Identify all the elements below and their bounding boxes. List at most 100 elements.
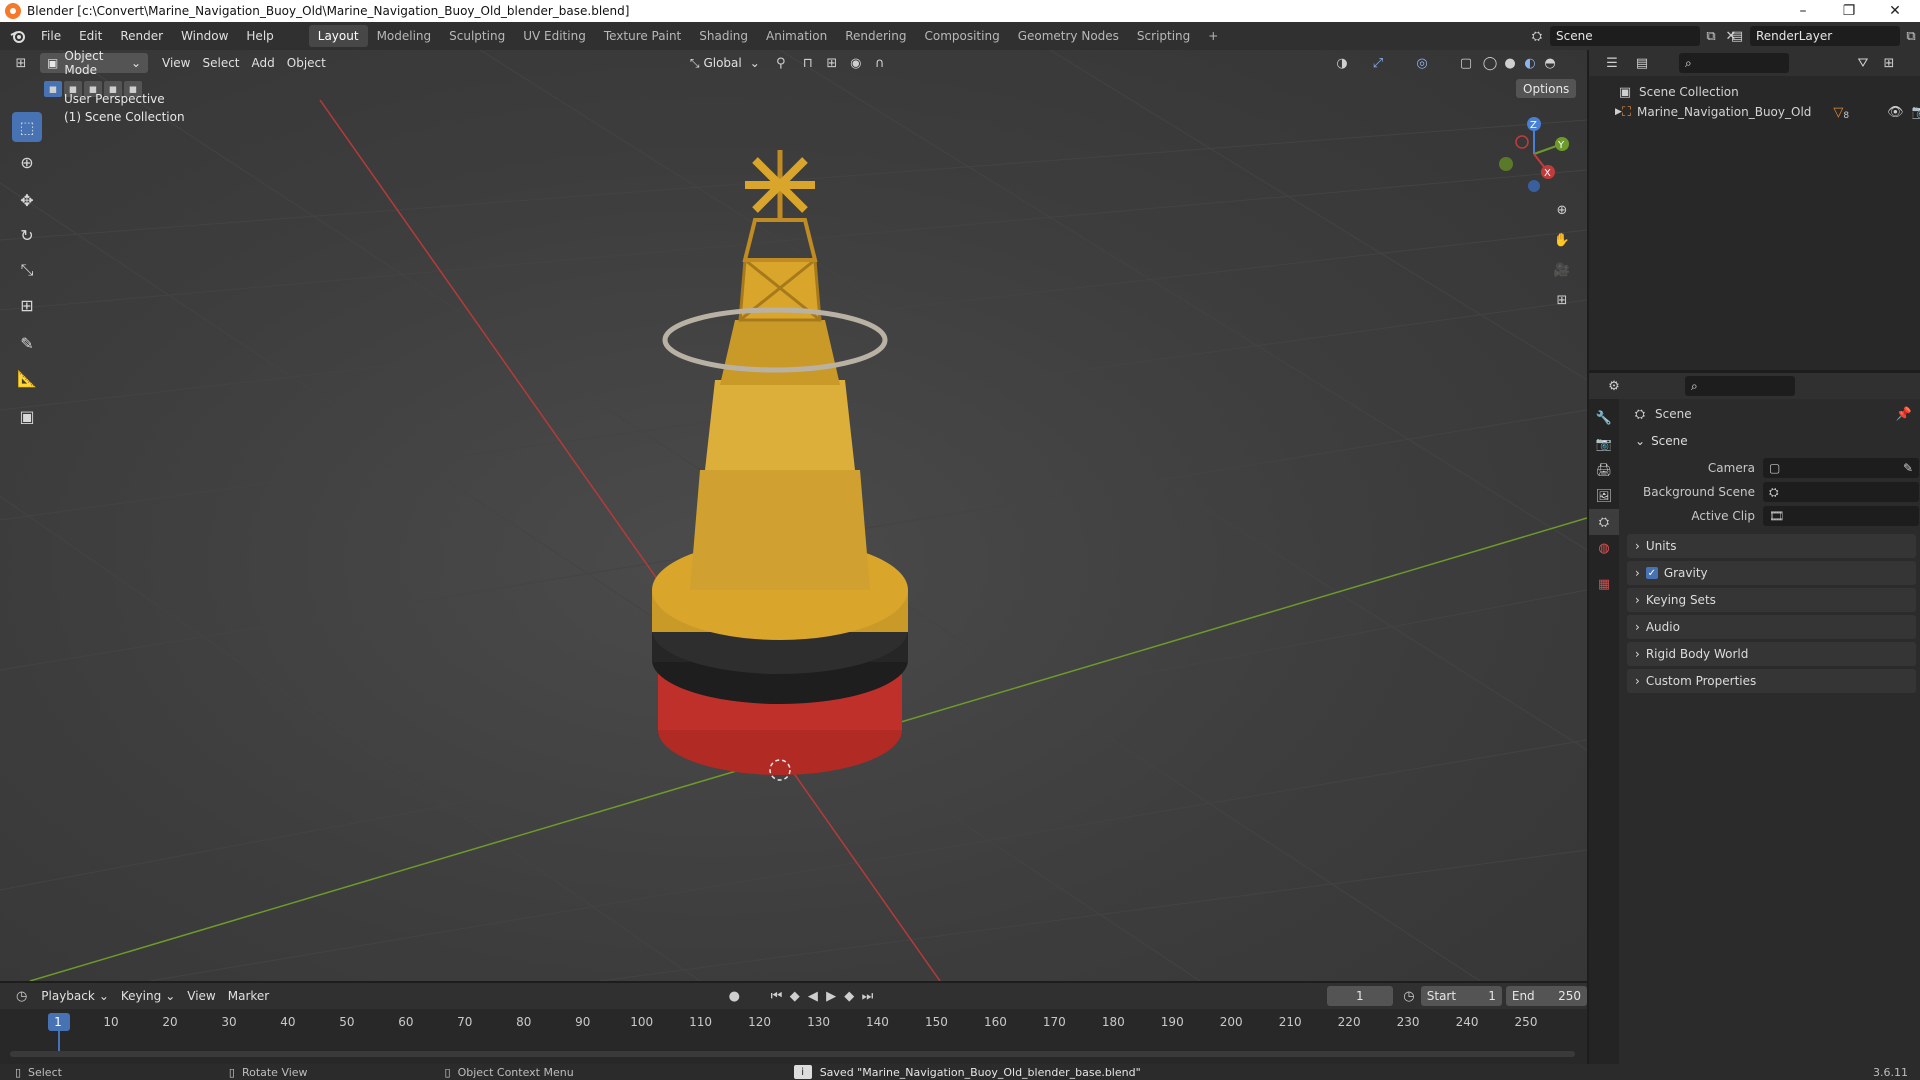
outliner-editor-icon[interactable]: ☰: [1597, 56, 1627, 71]
xray-icon[interactable]: ▢: [1455, 56, 1477, 71]
menu-view[interactable]: View: [156, 53, 196, 73]
end-frame-field[interactable]: End 250: [1505, 986, 1587, 1006]
measure-tool-icon[interactable]: 📐: [12, 363, 42, 393]
display-mode-icon[interactable]: ▤: [1627, 56, 1657, 71]
scene-selector[interactable]: Scene: [1550, 26, 1700, 46]
rendered-shading-icon[interactable]: ◓: [1539, 56, 1561, 71]
play-icon[interactable]: ▶: [822, 989, 840, 1004]
transform-orientation[interactable]: ⤡ Global ⌄: [684, 53, 766, 73]
perspective-toggle-icon[interactable]: ⊞: [1548, 286, 1576, 314]
menu-timeline-view[interactable]: View: [181, 986, 221, 1006]
select-box-tool-icon[interactable]: ⬚: [12, 112, 42, 142]
zoom-icon[interactable]: ⊕: [1548, 196, 1576, 224]
add-cube-tool-icon[interactable]: ▣: [12, 401, 42, 431]
maximize-button[interactable]: ❐: [1826, 0, 1872, 22]
menu-file[interactable]: File: [32, 25, 70, 47]
new-scene-icon[interactable]: ⧉: [1700, 29, 1722, 44]
panel-scene[interactable]: ⌄ Scene: [1627, 429, 1916, 453]
pan-hand-icon[interactable]: ✋: [1548, 226, 1576, 254]
world-tab-icon[interactable]: ◍: [1589, 535, 1619, 561]
panel-custom-properties[interactable]: › Custom Properties: [1627, 669, 1916, 693]
tab-texture-paint[interactable]: Texture Paint: [595, 25, 690, 47]
add-workspace-button[interactable]: +: [1199, 25, 1227, 47]
timeline-ruler[interactable]: 1 10 20 30 40 50 60 70 80 90 100 110 120 130 140 150 160…: [0, 1009, 1587, 1064]
menu-select[interactable]: Select: [196, 53, 245, 73]
editor-type-icon[interactable]: ⊞: [6, 56, 36, 71]
play-reverse-icon[interactable]: ◀: [804, 989, 822, 1004]
camera-field[interactable]: ▢ ✎: [1763, 458, 1919, 478]
output-tab-icon[interactable]: 🖨: [1589, 457, 1619, 483]
tab-animation[interactable]: Animation: [757, 25, 836, 47]
pivot-icon[interactable]: ⚲: [766, 56, 796, 71]
solid-shading-icon[interactable]: ●: [1499, 56, 1521, 71]
tab-rendering[interactable]: Rendering: [836, 25, 915, 47]
annotate-tool-icon[interactable]: ✎: [12, 328, 42, 358]
menu-add[interactable]: Add: [246, 53, 281, 73]
tab-sculpting[interactable]: Sculpting: [440, 25, 514, 47]
tool-tab-icon[interactable]: 🔧: [1589, 405, 1619, 431]
scene-tab-icon[interactable]: ⛭: [1589, 509, 1619, 535]
rotate-tool-icon[interactable]: ↻: [12, 220, 42, 250]
background-scene-field[interactable]: ⛭: [1763, 482, 1919, 502]
preview-range-icon[interactable]: ◷: [1397, 989, 1421, 1004]
active-clip-field[interactable]: 🎞: [1763, 506, 1919, 526]
tab-geometry-nodes[interactable]: Geometry Nodes: [1009, 25, 1128, 47]
eyedropper-icon[interactable]: ✎: [1903, 461, 1913, 475]
panel-gravity[interactable]: › ✓ Gravity: [1627, 561, 1916, 585]
properties-search-input[interactable]: ⌕: [1685, 376, 1795, 396]
outliner-row-scene-collection[interactable]: ▣ Scene Collection: [1589, 82, 1920, 102]
snap-icon[interactable]: ⊓: [796, 56, 820, 71]
jump-keyframe-back-icon[interactable]: ◆: [786, 989, 804, 1004]
transform-tool-icon[interactable]: ⊞: [12, 290, 42, 320]
menu-render[interactable]: Render: [111, 25, 172, 47]
visibility-icon[interactable]: ◑: [1330, 56, 1354, 71]
material-shading-icon[interactable]: ◐: [1519, 56, 1541, 71]
blender-menu-icon[interactable]: [4, 29, 32, 43]
tab-shading[interactable]: Shading: [690, 25, 757, 47]
wireframe-shading-icon[interactable]: ◯: [1479, 56, 1501, 71]
outliner-row-buoy[interactable]: ▶ ⛶ Marine_Navigation_Buoy_Old ▽ 8 👁 📷: [1589, 102, 1920, 122]
properties-editor-icon[interactable]: ⚙: [1599, 379, 1629, 394]
gravity-checkbox[interactable]: ✓: [1645, 567, 1658, 579]
texture-tab-icon[interactable]: ▦: [1589, 571, 1619, 597]
new-collection-icon[interactable]: ⊞: [1877, 56, 1901, 71]
mode-selector[interactable]: ▣ Object Mode ⌄: [40, 50, 148, 77]
panel-audio[interactable]: › Audio: [1627, 615, 1916, 639]
menu-window[interactable]: Window: [172, 25, 237, 47]
tab-uv-editing[interactable]: UV Editing: [514, 25, 595, 47]
panel-units[interactable]: › Units: [1627, 534, 1916, 558]
outliner-search-input[interactable]: ⌕: [1679, 53, 1789, 73]
options-button[interactable]: Options: [1516, 79, 1577, 98]
tab-layout[interactable]: Layout: [308, 25, 368, 47]
jump-keyframe-forward-icon[interactable]: ◆: [840, 989, 858, 1004]
expand-arrow-icon[interactable]: ▶: [1615, 107, 1622, 117]
current-frame-field[interactable]: 1: [1326, 986, 1394, 1006]
tab-scripting[interactable]: Scripting: [1128, 25, 1199, 47]
panel-rigid-body-world[interactable]: › Rigid Body World: [1627, 642, 1916, 666]
3d-viewport[interactable]: ⊞ ▣ Object Mode ⌄ View Select Add Object…: [0, 50, 1587, 981]
close-button[interactable]: ✕: [1872, 0, 1918, 22]
falloff-icon[interactable]: ∩: [868, 56, 892, 71]
start-frame-field[interactable]: Start 1: [1420, 986, 1502, 1006]
navigation-gizmo[interactable]: Z Y X: [1490, 112, 1580, 196]
menu-marker[interactable]: Marker: [222, 986, 275, 1006]
proportional-editing-icon[interactable]: ◉: [844, 56, 868, 71]
overlay-toggle-icon[interactable]: ◎: [1410, 56, 1434, 71]
menu-object[interactable]: Object: [281, 53, 332, 73]
render-camera-icon[interactable]: 📷: [1912, 105, 1920, 120]
menu-keying[interactable]: Keying ⌄: [115, 986, 181, 1006]
move-tool-icon[interactable]: ✥: [12, 185, 42, 215]
filter-icon[interactable]: ⛛: [1849, 56, 1877, 71]
render-layer-icon[interactable]: ▤: [1724, 29, 1750, 44]
timeline-editor-icon[interactable]: ◷: [8, 989, 35, 1004]
record-icon[interactable]: ●: [725, 989, 743, 1004]
menu-edit[interactable]: Edit: [70, 25, 111, 47]
minimize-button[interactable]: –: [1780, 0, 1826, 22]
snap-target-icon[interactable]: ⊞: [820, 56, 844, 71]
view-layer-tab-icon[interactable]: 🖼: [1589, 483, 1619, 509]
render-layer-selector[interactable]: RenderLayer: [1750, 26, 1900, 46]
scene-icon[interactable]: ⛭: [1524, 29, 1550, 44]
camera-view-icon[interactable]: 🎥: [1548, 256, 1576, 284]
pin-icon[interactable]: 📌: [1896, 407, 1912, 422]
render-tab-icon[interactable]: 📷: [1589, 431, 1619, 457]
